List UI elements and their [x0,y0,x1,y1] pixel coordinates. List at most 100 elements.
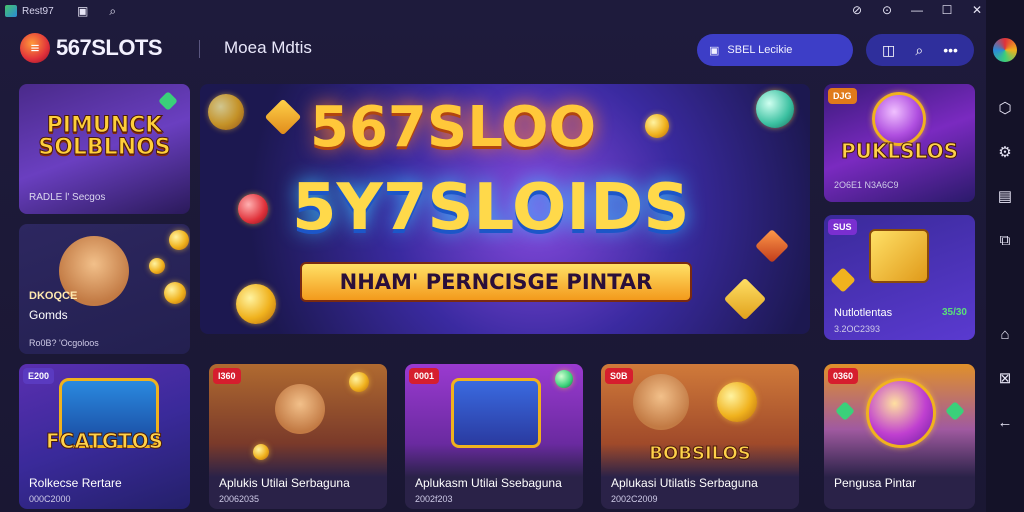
game-card-left-2[interactable]: DKOQCE Gomds Ro0B? 'Ocgoloos [19,224,190,354]
gem-icon [756,90,794,128]
orb-icon [866,378,936,448]
character-avatar [633,374,689,430]
gem-icon [555,370,573,388]
logo-text: 567SLOTS [56,35,163,60]
badge: S0B [605,368,633,384]
gem-icon [264,98,302,136]
divider [199,40,200,58]
card-sub: 20062035 [219,494,260,504]
app-window: Rest97 ▣ ⌕ ⊘ ⊙ — ☐ ✕ ≡ 567SLOTS Moea Mdt… [0,0,1024,512]
gem-icon [755,229,789,263]
badge: SUS [828,219,857,235]
gem-icon [835,401,855,421]
coin-icon [169,230,189,250]
home-icon[interactable]: ⌂ [993,322,1017,346]
game-card-right-2[interactable]: SUS Nutlotlentas 35/30 3.2OC2393 [824,215,975,340]
card-art-text: PIMUNCK SOLBLNOS [38,112,171,160]
card-sub: 2O6E1 N3A6C9 [834,180,899,190]
game-card-left-1[interactable]: PIMUNCK SOLBLNOS RADLE l' Secgos [19,84,190,214]
image-icon[interactable]: ◫ [882,42,895,59]
close-icon[interactable]: ✕ [968,2,986,18]
gem-icon [723,277,767,321]
rating-badge: 35/30 [941,307,967,318]
logo-mark-icon: ≡ [20,33,50,63]
logo[interactable]: ≡ 567SLOTS [20,33,163,63]
hero-title-2: 5Y7SLOIDS [292,171,690,245]
hero-subtitle-banner: NHAM' PERNCISGE PINTAR [300,262,692,302]
search-icon[interactable]: ⌕ [104,3,122,19]
game-card-left-3[interactable]: E200 FCATGTOS Rolkecse Rertare 000C2000 [19,364,190,509]
card-label: RADLE l' Secgos [29,192,106,203]
gem-icon [830,267,856,293]
badge: 0360 [828,368,859,384]
back-icon[interactable]: ← [993,410,1017,434]
coin-icon [349,372,369,392]
puzzle-icon[interactable]: ⬡ [993,96,1017,120]
system-sidebar: ⬡ ⚙ ▤ ⧉ ⌂ ⊠ ← [986,0,1024,512]
badge: 0001 [409,368,440,384]
search-icon: ▣ [709,44,720,57]
card-sub: 000C2000 [29,494,71,504]
more-icon[interactable]: ••• [943,42,958,58]
game-card-bottom-3[interactable]: S0B BOBSILOS Aplukasi Utilatis Serbaguna… [601,364,799,509]
card-label: Rolkecse Rertare [29,476,122,490]
card-art: PUKLSLOS [824,136,975,166]
card-art: BOBSILOS [601,440,799,468]
card-label: Gomds [29,308,68,322]
title-bar: Rest97 ▣ ⌕ ⊘ ⊙ — ☐ ✕ [0,0,986,22]
card-label: Pengusa Pintar [834,476,917,490]
coin-icon [253,444,269,460]
folder-icon[interactable]: ▤ [993,184,1017,208]
card-sub: Ro0B? 'Ocgoloos [29,338,99,348]
character-avatar [275,384,325,434]
coin-icon [149,258,165,274]
nav-label[interactable]: Moea Mdtis [224,38,312,58]
card-label: Aplukasi Utilatis Serbaguna [611,476,758,490]
hero-banner[interactable]: 567SLOO 5Y7SLOIDS NHAM' PERNCISGE PINTAR [200,84,810,334]
toolbar-icons: ◫ ⌕ ••• [866,34,974,66]
app-header: ≡ 567SLOTS Moea Mdtis ▣ SBEL Lecikie ◫ ⌕… [0,24,986,78]
card-art: FCATGTOS [19,426,190,456]
window-title: Rest97 [22,5,54,17]
gem-icon [945,401,965,421]
card-sub: 3.2OC2393 [834,324,881,334]
game-card-bottom-2[interactable]: 0001 Aplukasm Utilai Ssebaguna 2002f203 [405,364,583,509]
card-label: Aplukasm Utilai Ssebaguna [415,476,562,490]
compass-icon[interactable]: ⊘ [848,2,866,18]
settings-icon[interactable]: ⚙ [993,140,1017,164]
coin-icon [717,382,757,422]
box-icon [869,229,929,283]
card-label: Aplukis Utilai Serbaguna [219,476,350,490]
gem-icon [238,194,268,224]
maximize-icon[interactable]: ☐ [938,2,956,18]
app-icon[interactable] [993,38,1017,62]
hero-title-1: 567SLOO [310,95,597,160]
badge: E200 [23,368,55,384]
badge: l360 [213,368,241,384]
card-art-text: PUKLSLOS [841,139,959,163]
card-sub: 2002f203 [415,494,453,504]
card-label: Nutlotlentas [834,307,893,319]
game-card-bottom-1[interactable]: l360 Aplukis Utilai Serbaguna 20062035 [209,364,387,509]
minimize-icon[interactable]: — [908,2,926,18]
coin-icon [236,284,276,324]
machine-icon [451,378,541,448]
coin-icon [164,282,186,304]
card-art-text: DKOQCE [29,290,78,302]
game-card-right-1[interactable]: DJG PUKLSLOS 2O6E1 N3A6C9 [824,84,975,202]
dismiss-icon[interactable]: ⊠ [993,366,1017,390]
app-icon [5,5,17,17]
card-art-text: BOBSILOS [649,443,751,464]
search-label: SBEL Lecikie [727,44,793,56]
search-button[interactable]: ▣ SBEL Lecikie [697,34,853,66]
coin-icon [645,114,669,138]
badge: DJG [828,88,857,104]
share-icon[interactable]: ⧉ [993,228,1017,252]
search-icon[interactable]: ⌕ [915,42,923,59]
card-sub: 2002C2009 [611,494,658,504]
coin-icon [208,94,244,130]
info-icon[interactable]: ⊙ [878,2,896,18]
card-art-text: FCATGTOS [45,429,164,453]
game-card-bottom-4[interactable]: 0360 Pengusa Pintar [824,364,975,509]
image-icon[interactable]: ▣ [74,3,92,19]
